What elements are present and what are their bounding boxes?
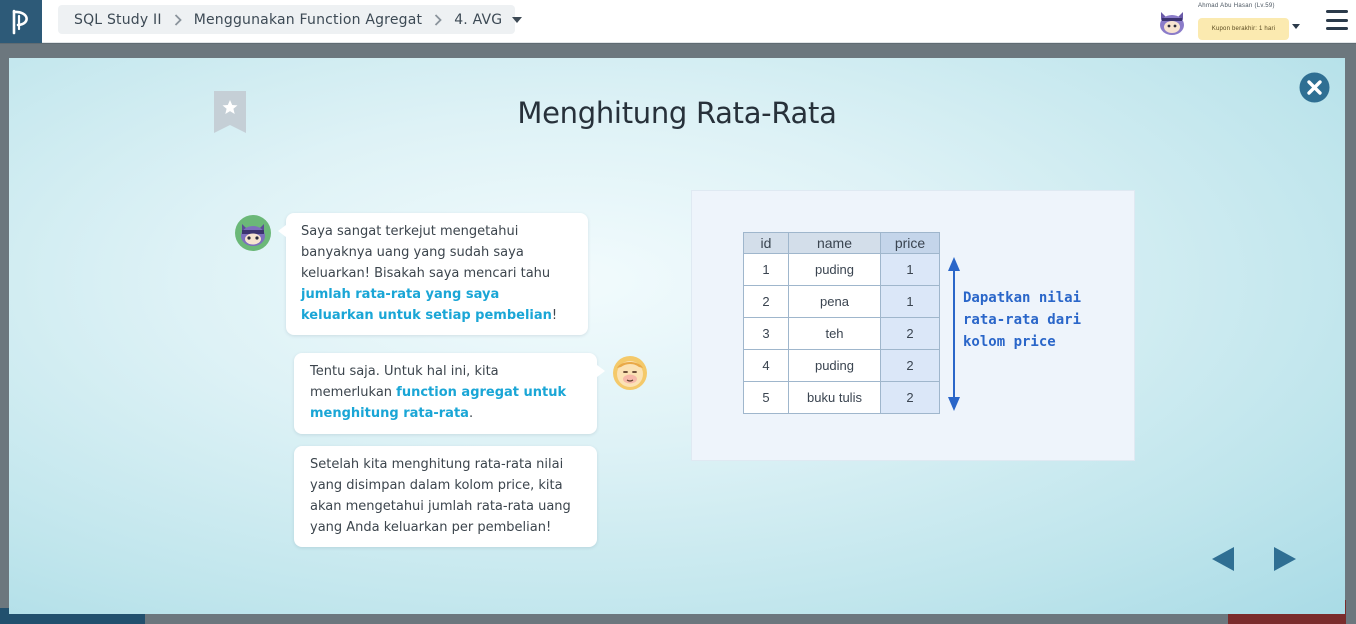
cell-name: pena [788, 285, 881, 318]
speech-bubble: Saya sangat terkejut mengetahui banyakny… [278, 213, 588, 335]
user-avatar[interactable] [1156, 6, 1188, 38]
previous-slide-button[interactable] [1212, 547, 1234, 576]
next-slide-button[interactable] [1274, 547, 1296, 576]
guide-avatar [612, 355, 648, 391]
paiza-logo-icon[interactable] [0, 0, 42, 43]
dialog-text: . [468, 406, 474, 421]
cell-price: 2 [880, 349, 940, 382]
dialog-text: Setelah kita menghitung rata-rata nilai … [310, 457, 571, 535]
lesson-slide-modal: Menghitung Rata-Rata Saya sangat terkeju… [9, 58, 1345, 614]
cell-name: teh [788, 317, 881, 350]
top-navbar: SQL Study II Menggunakan Function Agrega… [0, 0, 1356, 43]
cell-id: 4 [743, 349, 789, 382]
cell-name: puding [788, 349, 881, 382]
chevron-right-icon [174, 13, 182, 26]
coupon-badge: Kupon berakhir: 1 hari [1198, 18, 1289, 40]
dialog-text: Saya sangat terkejut mengetahui banyakny… [301, 224, 551, 281]
example-table: id name price 1 puding 1 2 pena 1 3 teh … [743, 232, 940, 414]
speech-bubble: Tentu saja. Untuk hal ini, kita memerluk… [294, 353, 605, 434]
breadcrumb-lesson[interactable]: 4. AVG [454, 12, 502, 28]
caret-down-icon[interactable] [512, 16, 523, 23]
cell-price: 2 [880, 317, 940, 350]
user-name: Ahmad Abu Hasan (Lv.59) [1198, 3, 1275, 9]
cell-id: 3 [743, 317, 789, 350]
column-header: price [880, 232, 940, 254]
cell-name: puding [788, 253, 881, 286]
annotation-note: Dapatkan nilai rata-rata dari kolom pric… [963, 290, 1082, 350]
breadcrumb-chapter[interactable]: Menggunakan Function Agregat [194, 12, 423, 28]
cell-id: 1 [743, 253, 789, 286]
cell-price: 2 [880, 381, 940, 414]
breadcrumb-course[interactable]: SQL Study II [74, 12, 162, 28]
close-icon[interactable] [1299, 72, 1330, 103]
breadcrumb: SQL Study II Menggunakan Function Agrega… [58, 5, 523, 34]
cell-id: 5 [743, 381, 789, 414]
dialog-text: ! [551, 308, 558, 323]
table-row: 1 puding 1 [743, 253, 940, 286]
table-row: 5 buku tulis 2 [743, 381, 940, 414]
cell-name: buku tulis [788, 381, 881, 414]
hamburger-menu-icon[interactable] [1326, 10, 1348, 30]
table-row: 4 puding 2 [743, 349, 940, 382]
dialog-highlight: jumlah rata-rata yang saya keluarkan unt… [301, 287, 552, 323]
table-row: 2 pena 1 [743, 285, 940, 318]
caret-down-icon[interactable] [1292, 16, 1300, 34]
column-header: name [788, 232, 881, 254]
ninja-cat-avatar [235, 215, 271, 251]
double-arrow-icon [948, 257, 960, 411]
example-table-panel: id name price 1 puding 1 2 pena 1 3 teh … [691, 190, 1135, 461]
cell-price: 1 [880, 253, 940, 286]
cell-id: 2 [743, 285, 789, 318]
column-header: id [743, 232, 789, 254]
table-row: 3 teh 2 [743, 317, 940, 350]
speech-bubble: Setelah kita menghitung rata-rata nilai … [294, 446, 597, 547]
slide-title: Menghitung Rata-Rata [517, 96, 837, 130]
cell-price: 1 [880, 285, 940, 318]
chevron-right-icon [434, 13, 442, 26]
